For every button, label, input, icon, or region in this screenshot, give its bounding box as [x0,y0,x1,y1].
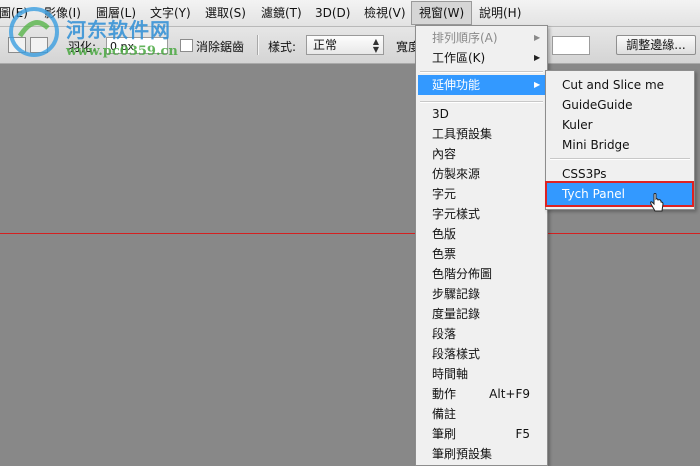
submenu-arrow-icon: ▶ [534,80,541,89]
shortcut-brush: F5 [515,427,530,441]
window-menu-item[interactable]: 段落 [432,324,456,344]
window-menu-item[interactable]: 色票 [432,244,456,264]
window-menu-item[interactable]: 度量記錄 [432,304,480,324]
menu-window[interactable]: 視窗(W) [411,1,473,25]
menu-view[interactable]: 檢視(V) [357,2,413,24]
window-menu-item[interactable]: 筆刷預設集 [432,444,492,464]
watermark-url: www.pc0359.cn [66,44,178,59]
guide-line [0,233,700,234]
window-menu-extensions[interactable]: 延伸功能 [432,75,480,95]
window-menu-item[interactable]: 色階分佈圖 [432,264,492,284]
submenu-item-tych-panel[interactable]: Tych Panel [562,184,625,204]
window-menu-workspace[interactable]: 工作區(K) [432,48,485,68]
window-menu-brush[interactable]: 筆刷 [432,424,456,444]
window-menu-item[interactable]: 色版 [432,224,456,244]
menu-filter[interactable]: 濾鏡(T) [254,2,309,24]
submenu-arrow-icon: ▶ [534,33,541,42]
window-menu-item[interactable]: 備註 [432,404,456,424]
window-menu-item[interactable]: 3D [432,104,449,124]
window-menu-item[interactable]: 字元 [432,184,456,204]
submenu-item[interactable]: GuideGuide [562,95,632,115]
submenu-item[interactable]: Mini Bridge [562,135,630,155]
options-separator [257,35,259,55]
select-updown-icon: ▲ ▼ [372,37,379,54]
watermark: 河东软件网 www.pc0359.cn [8,6,208,66]
watermark-title: 河东软件网 [66,18,171,42]
hand-cursor-icon [650,193,664,212]
submenu-item[interactable]: Kuler [562,115,593,135]
window-menu-item[interactable]: 時間軸 [432,364,468,384]
window-menu-item[interactable]: 段落樣式 [432,344,480,364]
shortcut-actions: Alt+F9 [489,387,530,401]
style-label: 樣式: [268,40,297,54]
watermark-logo-icon [9,7,59,57]
extensions-submenu: Cut and Slice me GuideGuide Kuler Mini B… [545,70,695,210]
submenu-item[interactable]: Cut and Slice me [562,75,664,95]
window-menu-item[interactable]: 內容 [432,144,456,164]
window-menu-arrange[interactable]: 排列順序(A) [432,28,498,48]
window-menu-item[interactable]: 步驟記錄 [432,284,480,304]
window-menu-actions[interactable]: 動作 [432,384,456,404]
height-input[interactable] [552,36,590,55]
window-menu-item[interactable]: 字元樣式 [432,204,480,224]
menu-3d[interactable]: 3D(D) [308,2,357,24]
window-menu-item[interactable]: 仿製來源 [432,164,480,184]
submenu-item[interactable]: CSS3Ps [562,164,607,184]
menu-separator [420,101,543,103]
style-select[interactable]: 正常 ▲ ▼ [306,35,384,55]
submenu-arrow-icon: ▶ [534,53,541,62]
style-select-value: 正常 [313,38,338,52]
refine-edge-button[interactable]: 調整邊緣... [616,35,696,55]
window-menu: 排列順序(A) ▶ 工作區(K) ▶ 延伸功能 ▶ 3D 工具預設集 內容 仿製… [415,25,548,466]
window-menu-item[interactable]: 工具預設集 [432,124,492,144]
menu-separator [550,158,690,160]
menu-help[interactable]: 說明(H) [472,2,528,24]
menu-separator [420,71,543,73]
